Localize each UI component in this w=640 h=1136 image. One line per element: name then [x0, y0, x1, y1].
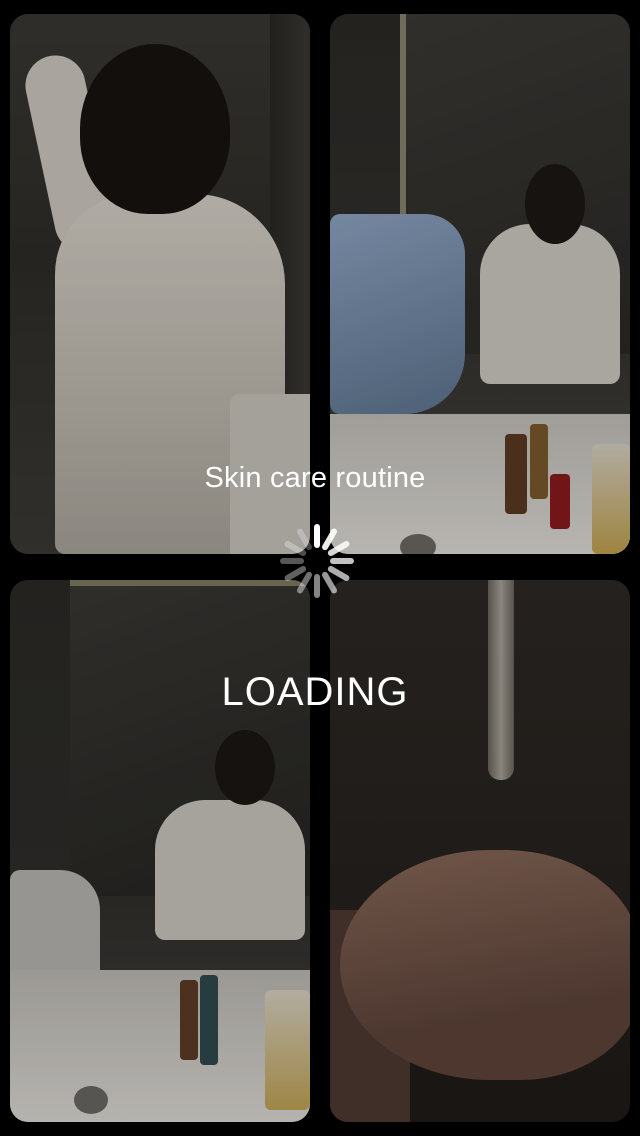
video-tile-dropper [330, 580, 630, 1122]
video-title: Skin care routine [204, 462, 426, 494]
video-tile-face-routine [10, 580, 310, 1122]
loading-label: LOADING [221, 670, 409, 714]
loading-spinner-icon [280, 524, 354, 598]
